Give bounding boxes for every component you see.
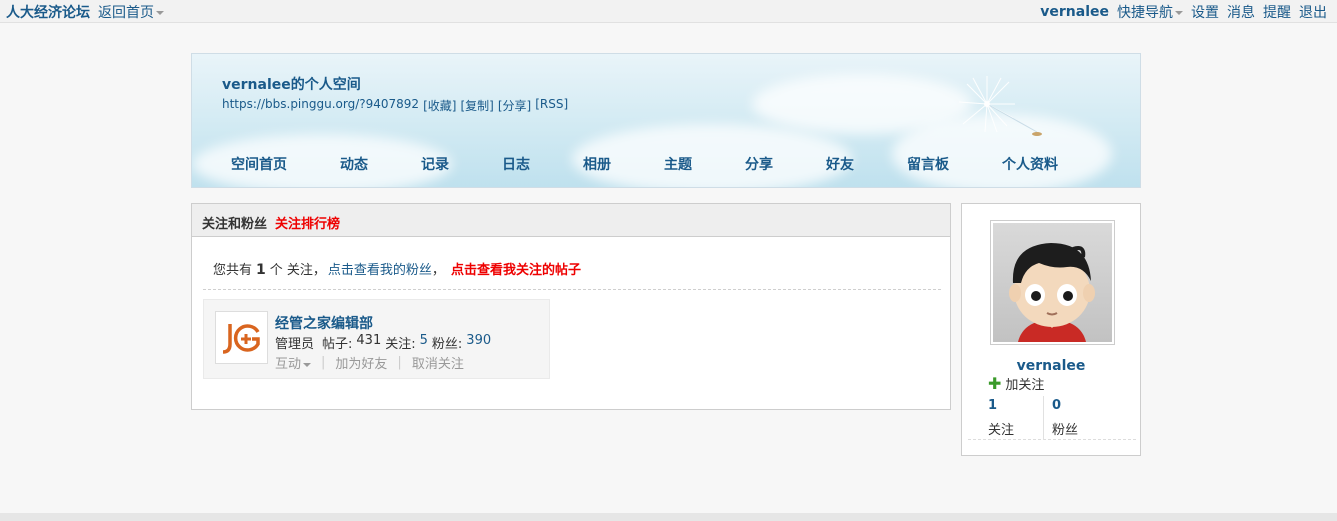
favorite-link[interactable]: [收藏] (423, 97, 456, 114)
user-logo[interactable] (215, 311, 268, 364)
settings-link[interactable]: 设置 (1191, 2, 1219, 22)
nav-records[interactable]: 记录 (421, 154, 449, 174)
following-count: 1 (988, 398, 998, 413)
followed-user-name[interactable]: 经管之家编辑部 (275, 313, 373, 333)
cartoon-avatar-icon (1009, 243, 1095, 342)
share-link[interactable]: [分享] (498, 97, 531, 114)
summary-count: 1 (256, 262, 266, 278)
posts-count: 431 (356, 333, 382, 348)
follow-panel: 关注和粉丝 关注排行榜 您共有 1 个 关注， 点击查看我的粉丝 ， 点击查看我… (191, 203, 951, 410)
tab-follow-fans[interactable]: 关注和粉丝 (202, 213, 267, 232)
card-actions: 互动 | 加为好友 | 取消关注 (275, 353, 464, 372)
chevron-down-icon (156, 11, 164, 15)
space-url-row: https://bbs.pinggu.org/?9407892 [收藏] [复制… (222, 97, 568, 114)
following-label: 关注 (988, 423, 1015, 438)
tab-ranking[interactable]: 关注排行榜 (275, 213, 340, 232)
separator: | (321, 355, 326, 370)
nav-guestbook[interactable]: 留言板 (907, 154, 949, 174)
fans-count: 0 (1052, 398, 1062, 413)
following-label: 关注: (385, 337, 416, 352)
summary-comma: ， (431, 263, 445, 278)
nav-album[interactable]: 相册 (583, 154, 611, 174)
role-label: 管理员 (275, 337, 315, 352)
fans-label: 粉丝: (431, 337, 463, 352)
space-title: vernalee的个人空间 (222, 77, 361, 93)
avatar[interactable] (990, 220, 1115, 345)
posts-label: 帖子: (322, 337, 353, 352)
space-banner: vernalee的个人空间 https://bbs.pinggu.org/?94… (191, 53, 1141, 188)
follow-card: 经管之家编辑部 管理员 帖子: 431 关注: 5 粉丝: 390 互动 | 加… (203, 299, 550, 379)
top-bar: 人大经济论坛 返回首页 vernalee 快捷导航 设置 消息 提醒 退出 (0, 0, 1337, 23)
space-nav: 空间首页 动态 记录 日志 相册 主题 分享 好友 留言板 个人资料 (192, 154, 1140, 174)
add-friend-link[interactable]: 加为好友 (335, 353, 387, 372)
view-followed-posts-link[interactable]: 点击查看我关注的帖子 (451, 259, 581, 278)
profile-panel: vernalee ✚ 加关注 1 关注 0 粉丝 (961, 203, 1141, 456)
nav-threads[interactable]: 主题 (664, 154, 692, 174)
following-count[interactable]: 5 (420, 333, 428, 352)
follow-label: 加关注 (1005, 378, 1045, 393)
summary-prefix: 您共有 (213, 263, 253, 278)
fans-label: 粉丝 (1052, 423, 1079, 438)
profile-stats: 1 关注 0 粉丝 (968, 394, 1136, 440)
view-fans-link[interactable]: 点击查看我的粉丝 (328, 259, 432, 278)
messages-link[interactable]: 消息 (1227, 2, 1255, 22)
panel-tabs: 关注和粉丝 关注排行榜 (192, 204, 950, 237)
profile-username[interactable]: vernalee (962, 358, 1140, 374)
nav-profile[interactable]: 个人资料 (1002, 154, 1058, 174)
summary-suffix: 个 关注， (269, 263, 326, 278)
nav-blog[interactable]: 日志 (502, 154, 530, 174)
stat-fans[interactable]: 0 粉丝 (1052, 394, 1107, 438)
stat-following[interactable]: 1 关注 (988, 394, 1043, 438)
jg-logo-icon (222, 324, 260, 354)
reminders-link[interactable]: 提醒 (1263, 2, 1291, 22)
interact-menu[interactable]: 互动 (275, 353, 312, 372)
logout-link[interactable]: 退出 (1299, 2, 1327, 22)
nav-space-home[interactable]: 空间首页 (231, 154, 287, 174)
fans-count[interactable]: 390 (466, 333, 491, 352)
chevron-down-icon (1175, 11, 1183, 15)
rss-link[interactable]: [RSS] (535, 97, 568, 114)
space-url-link[interactable]: https://bbs.pinggu.org/?9407892 (222, 97, 419, 114)
divider (1043, 396, 1044, 440)
back-home-link[interactable]: 返回首页 (98, 2, 164, 22)
nav-friends[interactable]: 好友 (826, 154, 854, 174)
nav-share[interactable]: 分享 (745, 154, 773, 174)
followed-user-meta: 管理员 帖子: 431 关注: 5 粉丝: 390 (275, 333, 491, 352)
footer-bar (0, 513, 1337, 521)
follow-summary: 您共有 1 个 关注， 点击查看我的粉丝 ， 点击查看我关注的帖子 (213, 259, 581, 278)
separator: | (397, 355, 402, 370)
unfollow-link[interactable]: 取消关注 (412, 353, 464, 372)
site-name-link[interactable]: 人大经济论坛 (6, 2, 90, 22)
dandelion-icon (958, 76, 1042, 136)
current-user-link[interactable]: vernalee (1040, 4, 1109, 20)
follow-button[interactable]: ✚ 加关注 (988, 374, 1044, 393)
nav-activity[interactable]: 动态 (340, 154, 368, 174)
divider (203, 289, 941, 290)
copy-link[interactable]: [复制] (460, 97, 493, 114)
quick-nav-menu[interactable]: 快捷导航 (1117, 2, 1183, 22)
plus-icon: ✚ (988, 373, 1002, 393)
chevron-down-icon (303, 362, 312, 367)
